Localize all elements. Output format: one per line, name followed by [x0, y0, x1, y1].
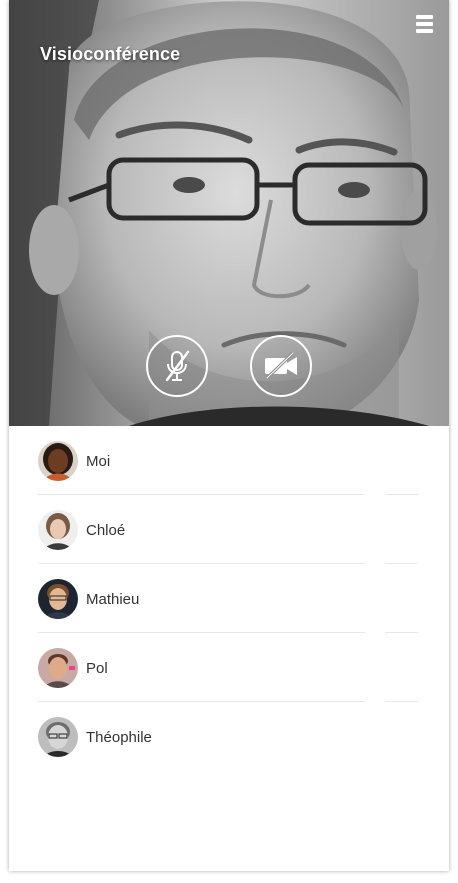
list-item[interactable]: Théophile [9, 702, 449, 771]
avatar [38, 441, 78, 481]
participant-name: Moi [86, 453, 111, 470]
remote-video-feed: Visioconférence [9, 0, 449, 426]
camera-off-icon [265, 351, 297, 380]
participant-name: Pol [86, 660, 108, 677]
participant-name: Mathieu [86, 591, 140, 608]
list-item[interactable]: Pol [9, 633, 449, 702]
hamburger-icon [416, 15, 433, 19]
microphone-off-icon [165, 350, 190, 382]
list-item[interactable]: Mathieu [9, 564, 449, 633]
avatar [38, 579, 78, 619]
list-item[interactable]: Chloé [9, 495, 449, 564]
menu-button[interactable] [416, 15, 433, 33]
list-item[interactable]: Moi [9, 426, 449, 495]
avatar [38, 717, 78, 757]
participant-list: Moi Chloé Mathieu Pol Théophile [9, 426, 449, 771]
participant-name: Chloé [86, 522, 126, 539]
camera-toggle-button[interactable] [250, 335, 312, 397]
participant-name: Théophile [86, 729, 152, 746]
microphone-toggle-button[interactable] [146, 335, 208, 397]
page-title: Visioconférence [40, 44, 181, 64]
avatar [38, 510, 78, 550]
avatar [38, 648, 78, 688]
video-call-window: Visioconférence Moi Chloé Mathieu Pol Th… [9, 0, 449, 871]
